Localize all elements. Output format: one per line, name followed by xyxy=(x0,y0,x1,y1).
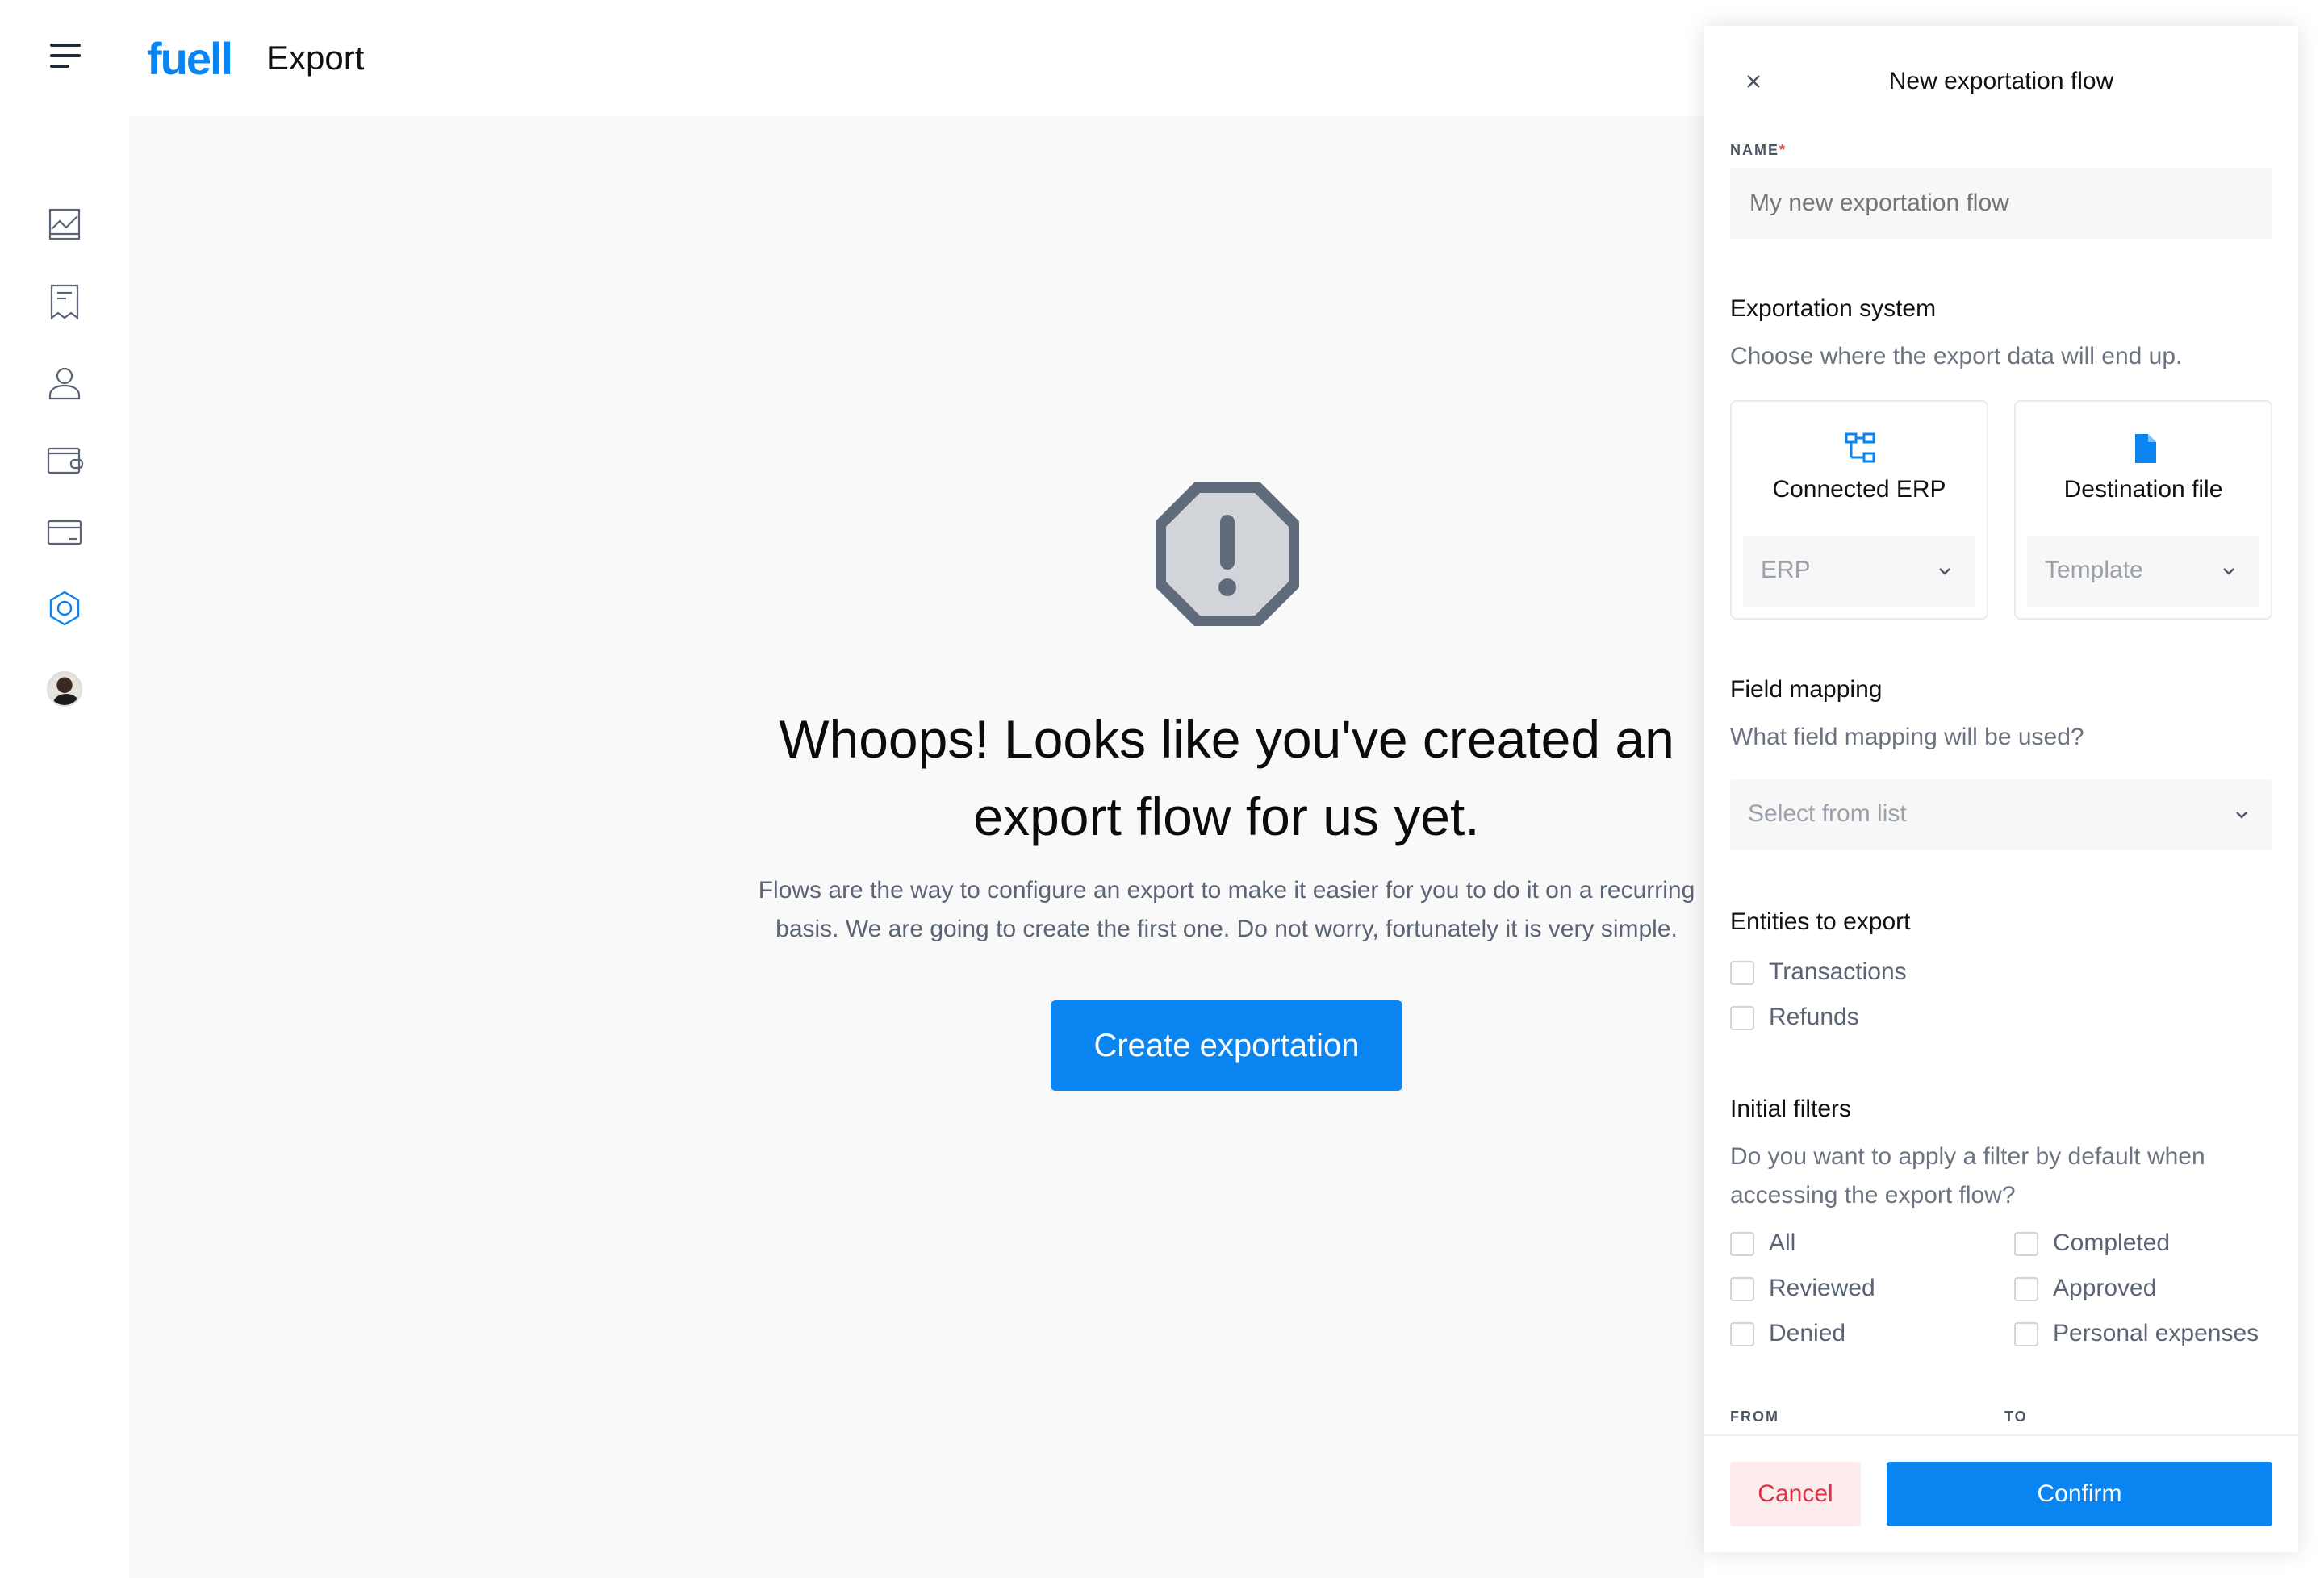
checkbox-label: Denied xyxy=(1769,1320,1846,1346)
name-label: NAME* xyxy=(1730,142,1787,158)
chart-icon[interactable] xyxy=(45,205,84,244)
chevron-down-icon xyxy=(1939,568,1950,575)
file-icon xyxy=(2135,434,2156,463)
checkbox-label: Reviewed xyxy=(1769,1275,1875,1301)
checkbox-label: Personal expenses xyxy=(2053,1320,2259,1346)
template-select-value: Template xyxy=(2045,557,2143,583)
avatar[interactable] xyxy=(47,671,82,707)
page-title: Export xyxy=(266,39,365,77)
entities-title: Entities to export xyxy=(1730,908,1911,935)
mapping-select[interactable]: Select from list xyxy=(1730,779,2272,850)
mapping-title: Field mapping xyxy=(1730,676,1883,703)
checkbox[interactable] xyxy=(1730,1232,1754,1256)
alert-octagon-icon xyxy=(1156,482,1299,626)
erp-select[interactable]: ERP xyxy=(1743,536,1975,607)
system-subtitle: Choose where the export data will end up… xyxy=(1730,343,2183,369)
main-content: Whoops! Looks like you've created an exp… xyxy=(129,116,1704,1578)
fuell-logo[interactable]: fuell xyxy=(147,32,233,85)
card-title: Connected ERP xyxy=(1772,476,1946,503)
mapping-subtitle: What field mapping will be used? xyxy=(1730,724,2084,750)
erp-icon xyxy=(1845,432,1875,463)
checkbox[interactable] xyxy=(2014,1322,2038,1346)
checkbox[interactable] xyxy=(1730,961,1754,985)
filters-title: Initial filters xyxy=(1730,1096,1852,1122)
wallet-icon[interactable] xyxy=(45,440,84,479)
mapping-select-value: Select from list xyxy=(1748,800,1907,827)
receipt-icon[interactable] xyxy=(45,282,84,321)
checkbox-label: Transactions xyxy=(1769,958,1907,985)
card-title: Destination file xyxy=(2063,476,2223,503)
user-icon[interactable] xyxy=(45,363,84,402)
destination-file-card[interactable]: Destination file Template xyxy=(2014,400,2272,620)
checkbox-label: Refunds xyxy=(1769,1004,1859,1030)
checkbox[interactable] xyxy=(1730,1277,1754,1301)
name-input[interactable] xyxy=(1730,168,2272,239)
checkbox[interactable] xyxy=(1730,1006,1754,1030)
drawer-footer: Cancel Confirm xyxy=(1704,1434,2298,1552)
chevron-down-icon xyxy=(2236,812,2247,819)
checkbox[interactable] xyxy=(2014,1277,2038,1301)
empty-state-title: Whoops! Looks like you've created an exp… xyxy=(779,709,1674,846)
to-label: TO xyxy=(2004,1409,2028,1425)
template-select[interactable]: Template xyxy=(2027,536,2259,607)
filters-subtitle: Do you want to apply a filter by default… xyxy=(1730,1143,2205,1209)
system-title: Exportation system xyxy=(1730,295,1937,322)
chevron-down-icon xyxy=(2223,568,2234,575)
settings-hex-icon[interactable] xyxy=(45,589,84,628)
drawer-title: New exportation flow xyxy=(1888,68,2114,94)
erp-select-value: ERP xyxy=(1761,557,1811,583)
checkbox-label: Completed xyxy=(2053,1229,2171,1256)
checkbox-label: All xyxy=(1769,1229,1796,1256)
cancel-button[interactable]: Cancel xyxy=(1730,1462,1861,1526)
menu-toggle-icon[interactable] xyxy=(50,42,86,69)
checkbox[interactable] xyxy=(2014,1232,2038,1256)
connected-erp-card[interactable]: Connected ERP ERP xyxy=(1730,400,1988,620)
card-icon[interactable] xyxy=(45,513,84,552)
checkbox-label: Approved xyxy=(2053,1275,2157,1301)
new-flow-drawer: New exportation flow NAME* Exportation s… xyxy=(1704,26,2298,1552)
create-exportation-button[interactable]: Create exportation xyxy=(1051,1000,1402,1091)
from-label: FROM xyxy=(1730,1409,1779,1425)
checkbox[interactable] xyxy=(1730,1322,1754,1346)
empty-state-description: Flows are the way to configure an export… xyxy=(758,877,1695,942)
confirm-button[interactable]: Confirm xyxy=(1887,1462,2272,1526)
